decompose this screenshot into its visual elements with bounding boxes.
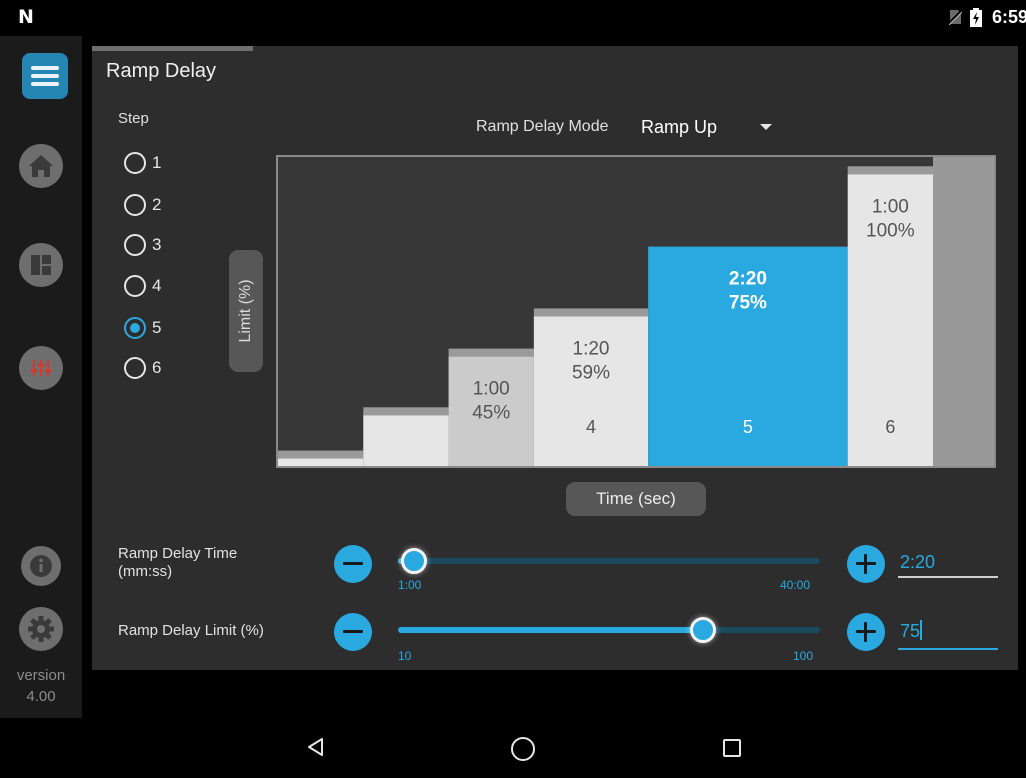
status-bar [0,0,1026,36]
ramp-time-label: Ramp Delay Time (mm:ss) [118,545,237,581]
step-radio-label: 1 [152,153,162,172]
hamburger-menu-icon [31,66,59,70]
ramp-time-label-line2: (mm:ss) [118,563,173,580]
sliders-icon [31,360,51,376]
step-radio-label: 6 [152,358,162,377]
step-radio-label: 5 [152,318,162,337]
bar-cap [278,450,364,459]
radio-circle [124,357,146,379]
bar-time-label: 2:20 [729,269,767,290]
radio-circle-selected [124,317,146,339]
ramp-chart: 1:00 45% 1:20 59% 4 2:20 75% 5 1:00 100% 6 [276,155,996,468]
version-text: version [16,667,66,684]
step-radio-label: 4 [152,276,162,295]
dropdown-caret-icon [760,124,772,130]
limit-input-underline [898,648,998,650]
chart-bar-step-1 [278,458,364,466]
bar-cap [533,308,649,317]
step-radio-2[interactable]: 2 [124,194,161,216]
chart-tail [933,157,994,466]
menu-button[interactable] [22,53,68,99]
limit-slider-max: 100 [793,649,814,663]
limit-increment-button[interactable] [847,613,885,651]
bar-time-label: 1:20 [573,338,610,359]
step-radio-label: 2 [152,195,162,214]
step-radio-6[interactable]: 6 [124,357,161,379]
step-label: Step [118,110,149,127]
battery-charging-icon [970,8,982,27]
minus-icon [343,562,363,565]
radio-circle [124,234,146,256]
info-icon [30,555,52,577]
bar-step-label: 5 [743,417,753,437]
time-slider-min: 1:00 [398,578,422,592]
dashboard-button[interactable] [19,243,63,287]
limit-slider-thumb[interactable] [689,617,716,643]
limit-decrement-button[interactable] [334,613,372,651]
step-radio-5[interactable]: 5 [124,317,161,339]
radio-circle [124,194,146,216]
minus-icon [343,630,363,633]
ramp-mode-value: Ramp Up [641,117,718,137]
radio-circle [124,275,146,297]
ramp-mode-dropdown[interactable]: Ramp Up [641,116,781,142]
limit-slider-fill [398,627,703,633]
bar-percent-label: 100% [866,220,915,241]
house-icon [29,155,53,177]
y-axis-label-text: Limit (%) [237,279,254,343]
chart-bar-step-2 [363,415,449,466]
bar-percent-label: 45% [472,403,510,424]
bar-cap [847,166,933,175]
settings-button[interactable] [19,346,63,390]
time-slider-track[interactable] [398,558,820,564]
step-radio-3[interactable]: 3 [124,234,161,256]
status-clock: 6:59 [992,7,1026,27]
home-button[interactable] [19,144,63,188]
back-triangle-icon[interactable] [305,736,327,758]
recents-square-icon[interactable] [723,739,741,757]
time-increment-button[interactable] [847,545,885,583]
bar-step-label: 4 [586,417,596,437]
gear-icon [28,616,54,642]
limit-value-input[interactable]: 75 [900,620,923,642]
step-radio-1[interactable]: 1 [124,152,161,174]
limit-slider-min: 10 [398,649,412,663]
bar-step-label: 6 [885,417,895,437]
version-info: version 4.00 [0,665,82,707]
text-cursor [920,620,923,640]
step-radio-4[interactable]: 4 [124,275,161,297]
bar-time-label: 1:00 [872,196,909,217]
time-value-input[interactable]: 2:20 [900,552,935,573]
time-input-underline [898,576,998,578]
page-title: Ramp Delay [106,60,217,82]
radio-circle [124,152,146,174]
bar-cap [448,348,534,357]
time-decrement-button[interactable] [334,545,372,583]
x-axis-label: Time (sec) [566,482,706,516]
system-button[interactable] [19,607,63,651]
ramp-limit-label: Ramp Delay Limit (%) [118,622,264,639]
time-slider-max: 40:00 [780,578,811,592]
limit-value-text: 75 [900,621,921,641]
no-sim-icon [948,9,962,25]
bar-time-label: 1:00 [473,379,510,400]
ramp-mode-label: Ramp Delay Mode [476,118,609,135]
notification-n-icon: N [18,6,34,28]
version-number: 4.00 [26,688,56,705]
y-axis-label: Limit (%) [229,250,263,372]
bar-percent-label: 59% [572,362,610,383]
bar-cap [363,407,449,416]
info-button[interactable] [21,546,61,586]
grid-layout-icon [31,255,51,275]
ramp-time-label-line1: Ramp Delay Time [118,545,238,562]
step-radio-label: 3 [152,235,162,254]
home-circle-icon[interactable] [511,737,535,761]
title-tab-indicator [92,46,253,51]
bar-percent-label: 75% [729,293,767,314]
